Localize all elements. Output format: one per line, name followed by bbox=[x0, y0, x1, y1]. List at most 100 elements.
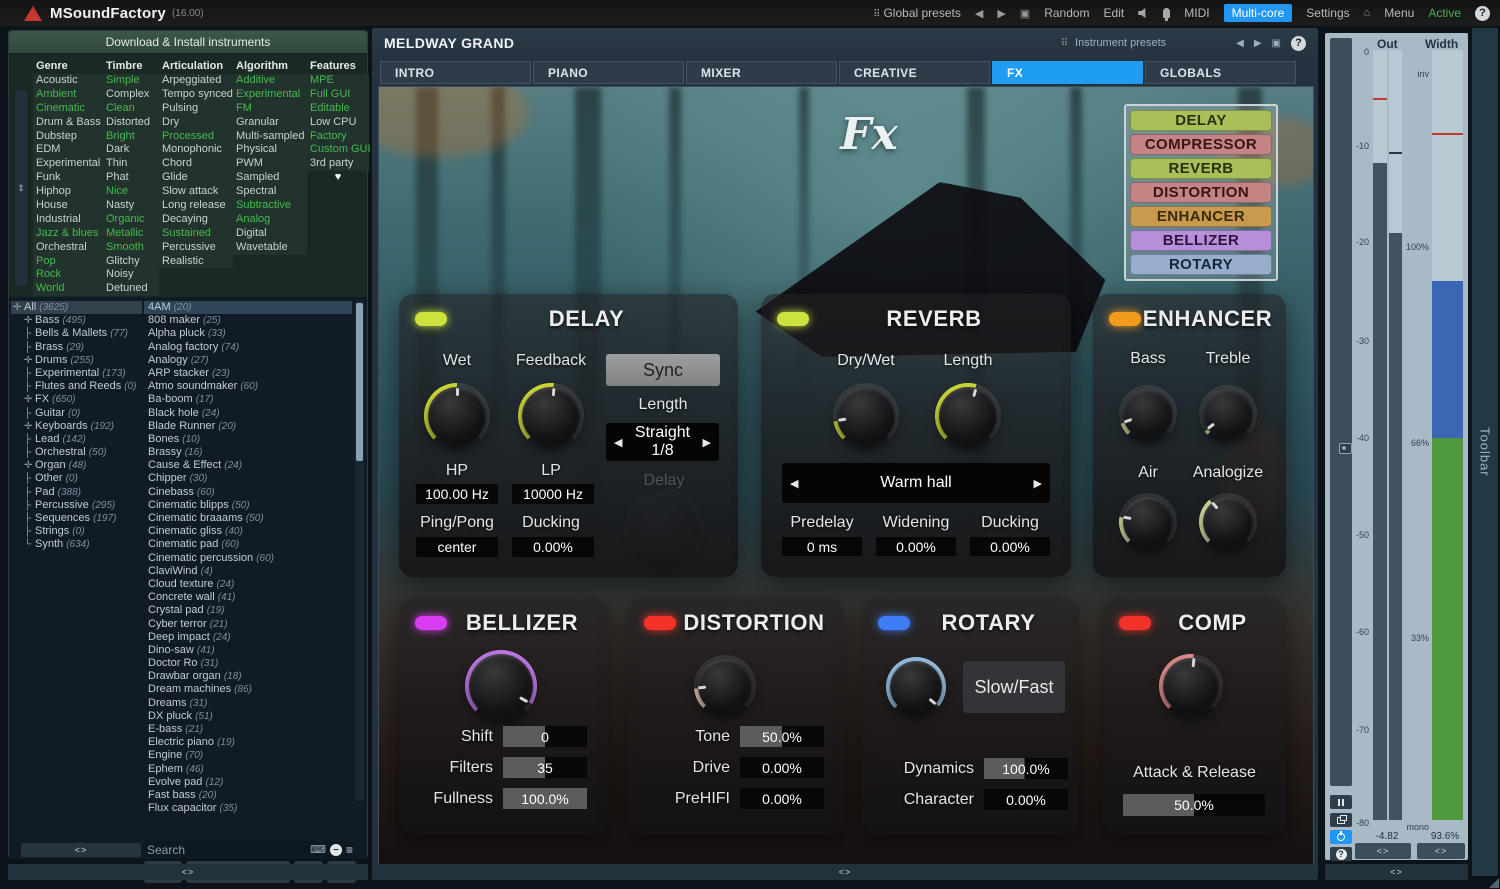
attack-release-field[interactable]: 50.0% bbox=[1123, 794, 1265, 816]
fx-chain-delay[interactable]: DELAY bbox=[1130, 110, 1272, 131]
filter-tag[interactable]: Jazz & blues bbox=[33, 227, 103, 241]
instrument-item[interactable]: Blade Runner (20) bbox=[144, 420, 352, 433]
param-field[interactable]: 0.00% bbox=[984, 789, 1068, 810]
filter-tag[interactable]: Metallic bbox=[103, 227, 159, 241]
filter-tag[interactable]: Multi-sampled bbox=[233, 130, 307, 144]
instrument-item[interactable]: Atmo soundmaker (60) bbox=[144, 380, 352, 393]
search-input[interactable]: Search bbox=[147, 843, 306, 857]
filter-tag[interactable]: 3rd party bbox=[307, 157, 369, 171]
instrument-item[interactable]: Ba-boom (17) bbox=[144, 393, 352, 406]
tree-item[interactable]: ✛FX (650) bbox=[11, 393, 142, 406]
filter-tag[interactable]: Nasty bbox=[103, 199, 159, 213]
filter-tag[interactable]: Pop bbox=[33, 255, 103, 269]
filter-tag[interactable]: Complex bbox=[103, 88, 159, 102]
instrument-item[interactable]: Brassy (16) bbox=[144, 446, 352, 459]
instrument-item[interactable]: Analog factory (74) bbox=[144, 341, 352, 354]
instrument-item[interactable]: Doctor Ro (31) bbox=[144, 657, 352, 670]
instrument-item[interactable]: Drawbar organ (18) bbox=[144, 670, 352, 683]
tree-item[interactable]: ├Bells & Mallets (77) bbox=[11, 327, 142, 340]
tab-fx[interactable]: FX bbox=[992, 61, 1143, 84]
hp-field[interactable]: 100.00 Hz bbox=[416, 484, 498, 504]
instrument-item[interactable]: ClaviWind (4) bbox=[144, 565, 352, 578]
instrument-item[interactable]: Cause & Effect (24) bbox=[144, 459, 352, 472]
tree-item[interactable]: ├Strings (0) bbox=[11, 525, 142, 538]
instrument-item[interactable]: Analogy (27) bbox=[144, 354, 352, 367]
filter-tag[interactable]: Decaying bbox=[159, 213, 233, 227]
filter-tag[interactable]: Rock bbox=[33, 268, 103, 282]
filter-tag[interactable]: Distorted bbox=[103, 116, 159, 130]
expand-icon[interactable]: ✛ bbox=[24, 420, 35, 433]
instrument-presets-button[interactable]: ⠿Instrument presets bbox=[1061, 37, 1166, 49]
preset-next-button[interactable]: ▶ bbox=[997, 7, 1005, 20]
instrument-item[interactable]: DX pluck (51) bbox=[144, 710, 352, 723]
filter-tag[interactable]: Simple bbox=[103, 74, 159, 88]
filter-tag[interactable]: World bbox=[33, 282, 103, 296]
instrument-item[interactable]: Bones (10) bbox=[144, 433, 352, 446]
filter-tag[interactable]: Dry bbox=[159, 116, 233, 130]
filter-tag[interactable]: PWM bbox=[233, 157, 307, 171]
tree-item[interactable]: ├Brass (29) bbox=[11, 341, 142, 354]
out-meter-handle[interactable]: <> bbox=[1355, 843, 1411, 859]
list-menu-icon[interactable]: ≡ bbox=[346, 843, 353, 857]
filter-tag[interactable]: Smooth bbox=[103, 241, 159, 255]
wet-knob[interactable] bbox=[424, 383, 490, 449]
filter-tag[interactable]: Chord bbox=[159, 157, 233, 171]
filter-tag[interactable]: EDM bbox=[33, 143, 103, 157]
filter-tag[interactable]: Arpeggiated bbox=[159, 74, 233, 88]
main-resize-handle[interactable]: <> bbox=[372, 864, 1318, 880]
ducking-field[interactable]: 0.00% bbox=[970, 537, 1050, 556]
fx-chain-bellizer[interactable]: BELLIZER bbox=[1130, 230, 1272, 251]
filter-tag[interactable]: Detuned bbox=[103, 282, 159, 296]
preset-next-button[interactable]: ▶ bbox=[1254, 38, 1262, 49]
instrument-item[interactable]: Flux capacitor (35) bbox=[144, 802, 352, 815]
filter-tag[interactable]: Additive bbox=[233, 74, 307, 88]
tab-mixer[interactable]: MIXER bbox=[686, 61, 837, 84]
length-knob[interactable] bbox=[935, 383, 1001, 449]
fx-chain-compressor[interactable]: COMPRESSOR bbox=[1130, 134, 1272, 155]
param-field[interactable]: 0 bbox=[503, 726, 587, 747]
image-icon[interactable] bbox=[1339, 443, 1352, 454]
instrument-item[interactable]: Electric piano (19) bbox=[144, 736, 352, 749]
instrument-item[interactable]: Cinematic blipps (50) bbox=[144, 499, 352, 512]
tree-item[interactable]: ├Orchestral (50) bbox=[11, 446, 142, 459]
home-icon[interactable]: ⌂ bbox=[1364, 7, 1371, 19]
midi-button[interactable]: MIDI bbox=[1184, 6, 1209, 20]
filter-tag[interactable]: FM bbox=[233, 102, 307, 116]
bellizer-enable-led[interactable] bbox=[415, 616, 447, 630]
filter-tag[interactable]: Noisy bbox=[103, 268, 159, 282]
expand-icon[interactable]: ✛ bbox=[24, 393, 35, 406]
filter-tag[interactable]: Phat bbox=[103, 171, 159, 185]
global-presets-button[interactable]: ⠿Global presets bbox=[873, 6, 961, 20]
next-icon[interactable]: ▶ bbox=[703, 436, 711, 449]
filter-tag[interactable]: Clean bbox=[103, 102, 159, 116]
filter-tag[interactable]: Full GUI bbox=[307, 88, 369, 102]
download-install-button[interactable]: Download & Install instruments bbox=[9, 31, 367, 53]
rotary-enable-led[interactable] bbox=[878, 616, 910, 630]
feedback-knob[interactable] bbox=[518, 383, 584, 449]
filter-tag[interactable]: Orchestral bbox=[33, 241, 103, 255]
fx-chain-distortion[interactable]: DISTORTION bbox=[1130, 182, 1272, 203]
length-selector[interactable]: ◀ Straight1/8 ▶ bbox=[606, 423, 719, 461]
rotary-knob[interactable] bbox=[886, 657, 946, 717]
filter-tag[interactable]: Editable bbox=[307, 102, 369, 116]
instrument-item[interactable]: Cinematic percussion (60) bbox=[144, 552, 352, 565]
tree-item-all[interactable]: ✛All (3625) bbox=[11, 301, 142, 314]
clear-filter-icon[interactable]: – bbox=[330, 844, 342, 856]
window-resize-corner[interactable] bbox=[1489, 878, 1499, 888]
tree-item[interactable]: ├Flutes and Reeds (0) bbox=[11, 380, 142, 393]
meter-help-button[interactable]: ? bbox=[1330, 847, 1352, 861]
tab-globals[interactable]: GLOBALS bbox=[1145, 61, 1296, 84]
param-field[interactable]: 100.0% bbox=[984, 758, 1068, 779]
filter-tag[interactable]: Drum & Bass bbox=[33, 116, 103, 130]
tree-item[interactable]: ├Experimental (173) bbox=[11, 367, 142, 380]
filter-tag[interactable]: Sustained bbox=[159, 227, 233, 241]
instrument-item[interactable]: Cinebass (60) bbox=[144, 486, 352, 499]
filter-tag[interactable]: Organic bbox=[103, 213, 159, 227]
reverb-enable-led[interactable] bbox=[777, 312, 809, 326]
tree-item[interactable]: ✛Drums (255) bbox=[11, 354, 142, 367]
prev-icon[interactable]: ◀ bbox=[790, 477, 798, 490]
save-preset-icon[interactable]: ▣ bbox=[1272, 38, 1281, 49]
tree-item[interactable]: ✛Keyboards (192) bbox=[11, 420, 142, 433]
keyboard-icon[interactable]: ⌨ bbox=[310, 843, 326, 856]
filter-tag[interactable]: Dark bbox=[103, 143, 159, 157]
